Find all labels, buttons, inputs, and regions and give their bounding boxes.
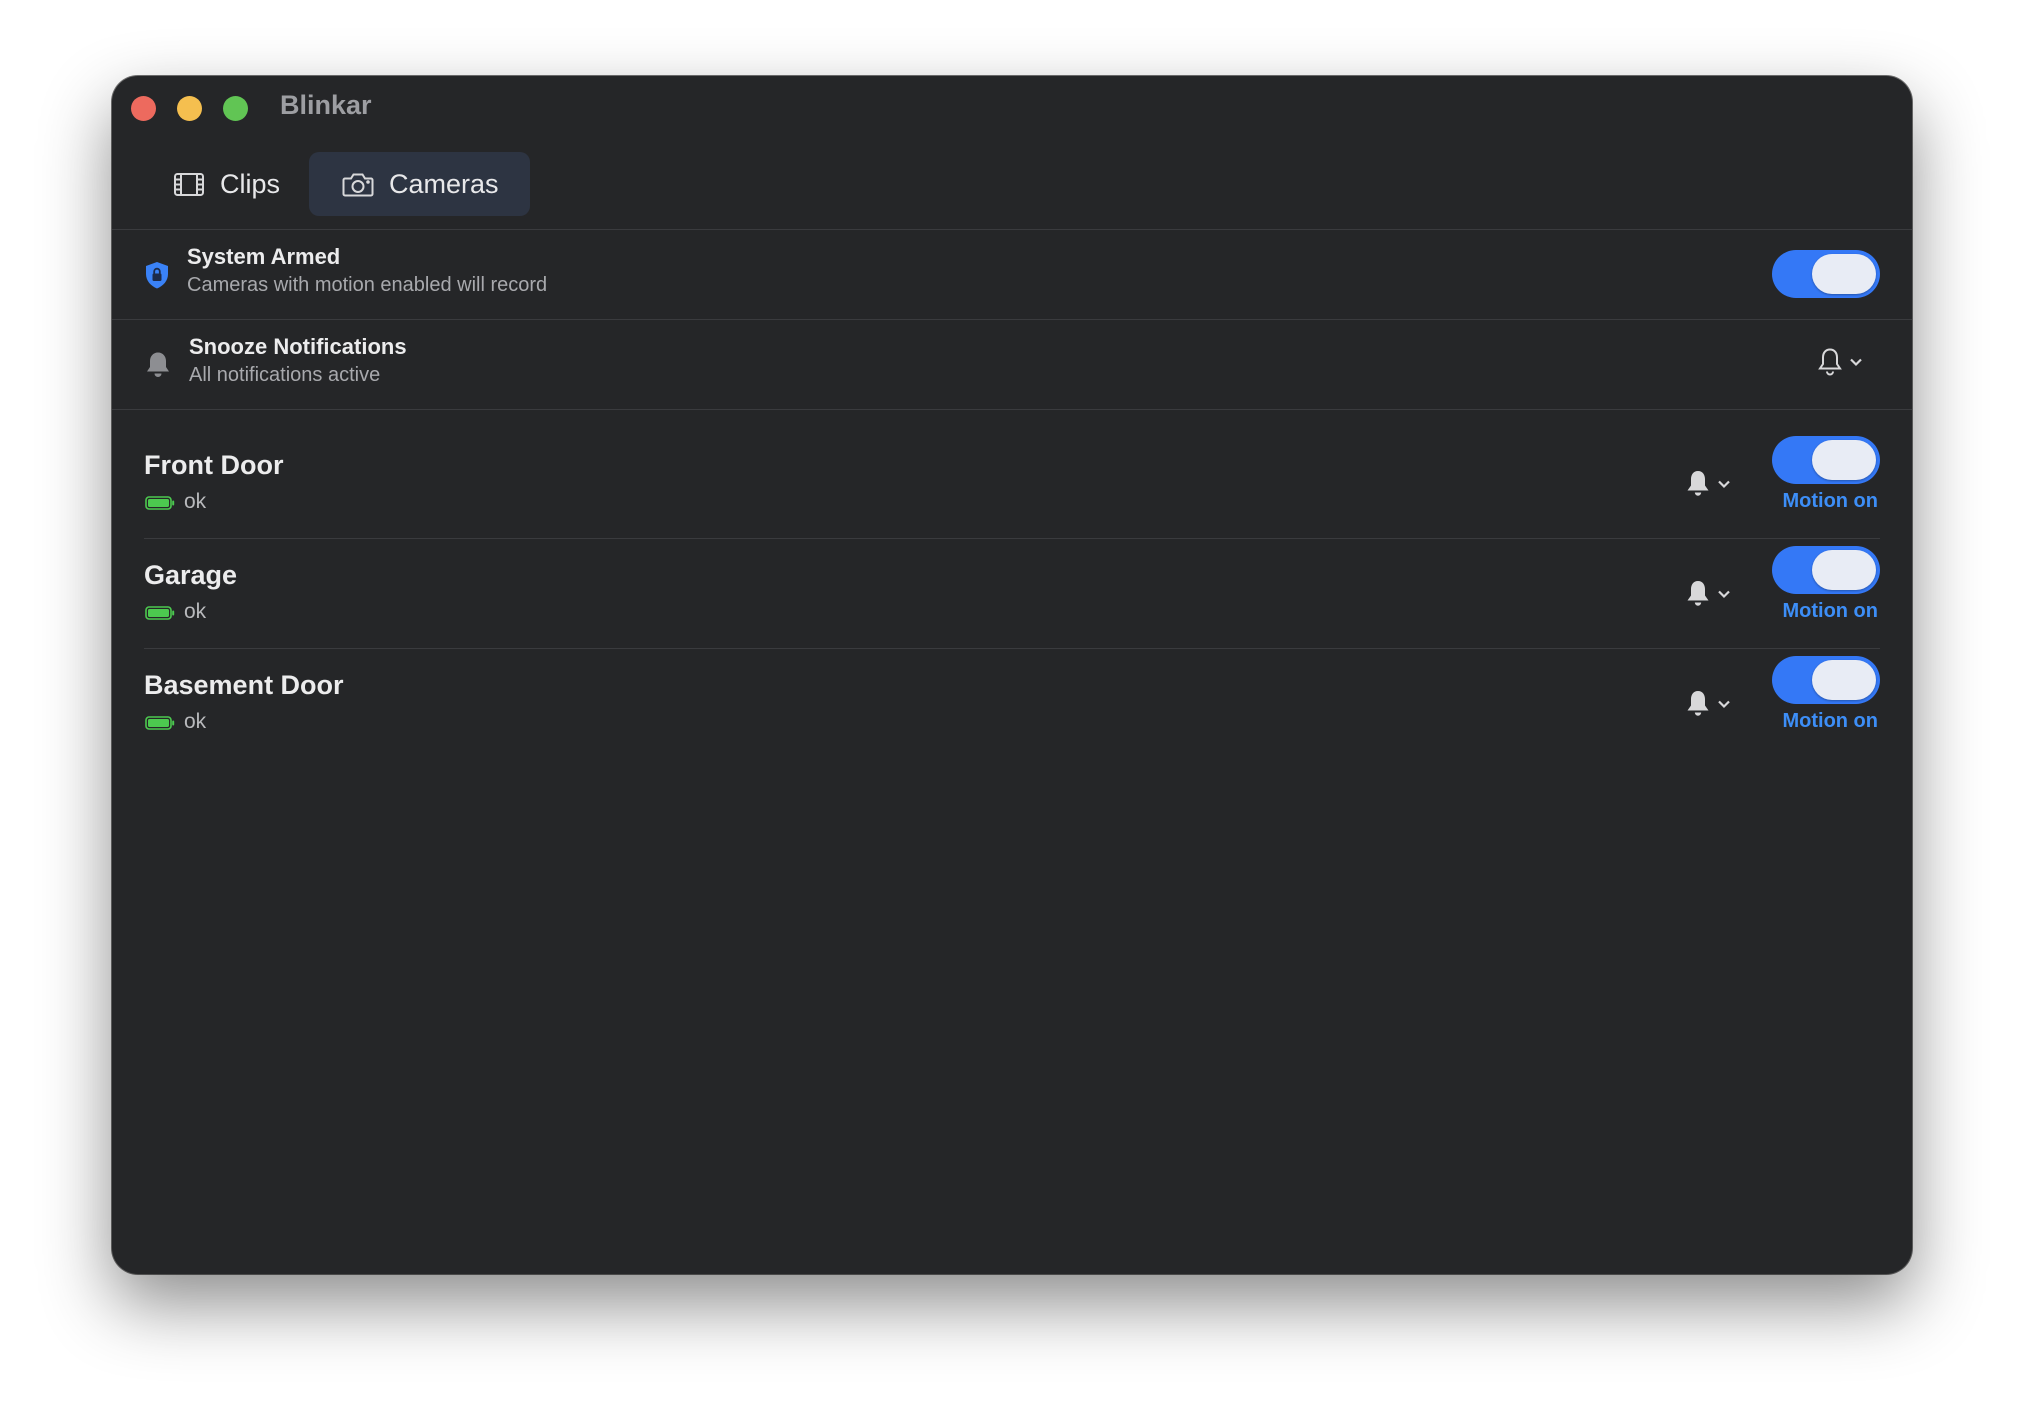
bell-icon bbox=[1684, 468, 1712, 505]
tab-cameras[interactable]: Cameras bbox=[309, 152, 530, 216]
snooze-title: Snooze Notifications bbox=[189, 334, 407, 359]
tab-clips-label: Clips bbox=[220, 168, 281, 199]
camera-name: Garage bbox=[144, 560, 238, 590]
camera-row-garage: Garage ok Motion on bbox=[112, 538, 1912, 648]
battery-status: ok bbox=[184, 490, 207, 513]
bell-icon bbox=[1684, 578, 1712, 615]
chevron-down-icon bbox=[1716, 697, 1732, 715]
camera-notification-menu[interactable] bbox=[1684, 468, 1740, 504]
shield-lock-icon bbox=[142, 260, 172, 290]
camera-row-basement-door: Basement Door ok Motion on bbox=[112, 648, 1912, 758]
camera-notification-menu[interactable] bbox=[1684, 578, 1740, 614]
chevron-down-icon bbox=[1716, 587, 1732, 605]
battery-status: ok bbox=[184, 710, 207, 733]
snooze-divider bbox=[112, 409, 1912, 410]
bell-icon bbox=[144, 350, 174, 380]
motion-toggle[interactable] bbox=[1772, 656, 1880, 704]
motion-status-label: Motion on bbox=[1782, 600, 1878, 622]
bell-icon bbox=[1684, 688, 1712, 725]
close-window-button[interactable] bbox=[131, 96, 156, 121]
chevron-down-icon bbox=[1848, 355, 1864, 373]
toggle-knob bbox=[1812, 660, 1876, 700]
camera-name: Basement Door bbox=[144, 670, 344, 700]
toggle-knob bbox=[1812, 254, 1876, 294]
motion-toggle[interactable] bbox=[1772, 436, 1880, 484]
motion-status-label: Motion on bbox=[1782, 490, 1878, 512]
app-window: Blinkar Clips Cameras System Armed Camer… bbox=[112, 76, 1912, 1274]
camera-icon bbox=[341, 167, 375, 201]
minimize-window-button[interactable] bbox=[177, 96, 202, 121]
motion-toggle[interactable] bbox=[1772, 546, 1880, 594]
title-bar: Blinkar bbox=[112, 76, 1912, 140]
bell-outline-icon bbox=[1816, 346, 1844, 383]
snooze-subtitle: All notifications active bbox=[189, 364, 381, 386]
motion-status-label: Motion on bbox=[1782, 710, 1878, 732]
window-title: Blinkar bbox=[280, 90, 372, 120]
battery-icon bbox=[145, 496, 175, 510]
snooze-notifications-row: Snooze Notifications All notifications a… bbox=[112, 320, 1912, 408]
toggle-knob bbox=[1812, 550, 1876, 590]
battery-icon bbox=[145, 716, 175, 730]
camera-notification-menu[interactable] bbox=[1684, 688, 1740, 724]
tab-clips[interactable]: Clips bbox=[154, 152, 304, 216]
camera-row-front-door: Front Door ok Motion on bbox=[112, 428, 1912, 538]
zoom-window-button[interactable] bbox=[223, 96, 248, 121]
battery-icon bbox=[145, 606, 175, 620]
system-armed-toggle[interactable] bbox=[1772, 250, 1880, 298]
system-armed-subtitle: Cameras with motion enabled will record bbox=[187, 274, 548, 296]
film-icon bbox=[172, 167, 206, 201]
battery-status: ok bbox=[184, 600, 207, 623]
chevron-down-icon bbox=[1716, 477, 1732, 495]
camera-name: Front Door bbox=[144, 450, 284, 480]
tab-cameras-label: Cameras bbox=[389, 168, 499, 199]
system-armed-row: System Armed Cameras with motion enabled… bbox=[112, 230, 1912, 318]
snooze-menu-button[interactable] bbox=[1816, 346, 1872, 382]
system-armed-title: System Armed bbox=[187, 244, 341, 269]
toggle-knob bbox=[1812, 440, 1876, 480]
